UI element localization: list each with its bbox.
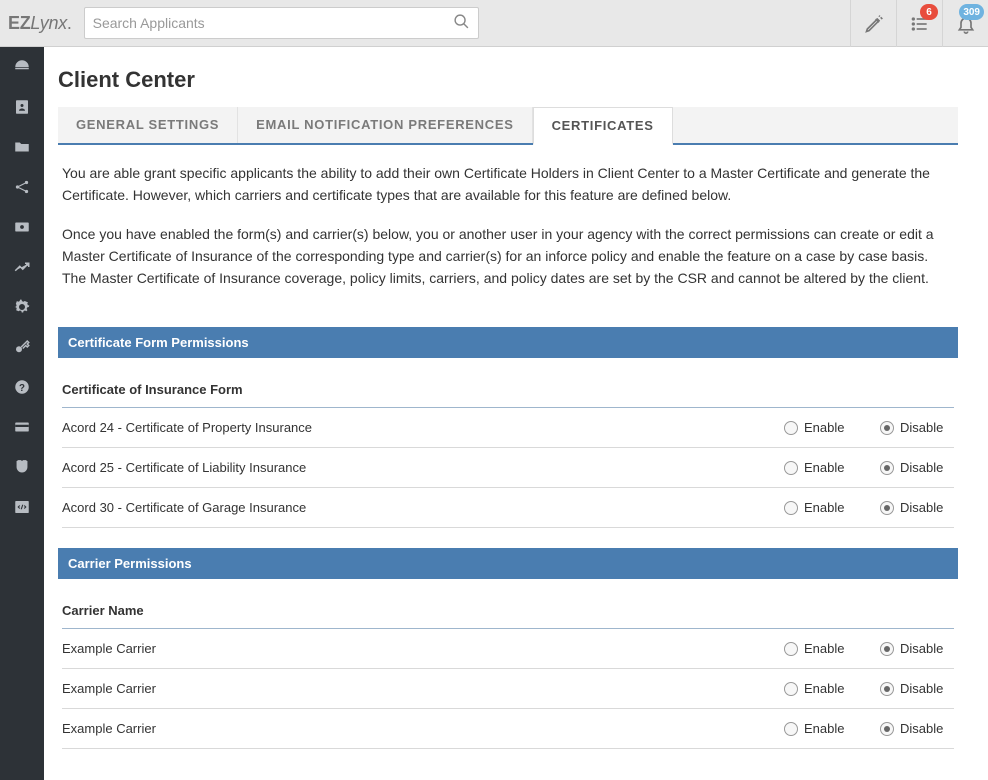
- key-icon[interactable]: [0, 327, 44, 367]
- form-permission-radio-group: Enable Disable: [784, 500, 950, 515]
- page-description: You are able grant specific applicants t…: [58, 145, 958, 317]
- carrier-permissions-body: Carrier Name Example Carrier Enable Disabl…: [58, 579, 958, 759]
- radio-dot-icon[interactable]: [880, 682, 894, 696]
- radio-dot-icon[interactable]: [880, 421, 894, 435]
- notifications-badge: 309: [959, 4, 984, 20]
- top-bar: EZLynx. 6 309: [0, 0, 988, 47]
- brand-mid: Lynx: [30, 13, 67, 33]
- folder-icon[interactable]: [0, 127, 44, 167]
- search-input[interactable]: [93, 15, 453, 31]
- radio-dot-icon[interactable]: [880, 642, 894, 656]
- disable-label: Disable: [900, 641, 943, 656]
- payments-icon[interactable]: [0, 207, 44, 247]
- enable-label: Enable: [804, 721, 844, 736]
- carrier-permission-radio-group: Enable Disable: [784, 641, 950, 656]
- carrier-permission-radio-group: Enable Disable: [784, 721, 950, 736]
- disable-label: Disable: [900, 460, 943, 475]
- form-permissions-body: Certificate of Insurance Form Acord 24 -…: [58, 358, 958, 538]
- tab-certificates[interactable]: CERTIFICATES: [533, 107, 673, 145]
- tab-email-notification-preferences[interactable]: EMAIL NOTIFICATION PREFERENCES: [238, 107, 532, 143]
- share-icon[interactable]: [0, 167, 44, 207]
- carrier-permission-disable-option[interactable]: Disable: [880, 721, 950, 736]
- svg-text:?: ?: [19, 383, 25, 394]
- form-permission-row: Acord 25 - Certificate of Liability Insu…: [62, 448, 954, 488]
- enable-label: Enable: [804, 420, 844, 435]
- carrier-permission-row: Example Carrier Enable Disable: [62, 669, 954, 709]
- radio-dot-icon[interactable]: [784, 642, 798, 656]
- form-permission-label: Acord 30 - Certificate of Garage Insuran…: [62, 500, 784, 515]
- carrier-permission-disable-option[interactable]: Disable: [880, 681, 950, 696]
- form-permissions-subhead: Certificate of Insurance Form: [62, 368, 954, 408]
- top-right-tools: 6 309: [850, 0, 988, 47]
- tasks-badge: 6: [920, 4, 938, 20]
- brand-logo: EZLynx.: [8, 13, 72, 34]
- page-title: Client Center: [58, 67, 958, 93]
- carrier-permission-enable-option[interactable]: Enable: [784, 681, 854, 696]
- desc-paragraph-1: You are able grant specific applicants t…: [62, 163, 944, 206]
- magnet-icon[interactable]: [0, 447, 44, 487]
- form-permission-enable-option[interactable]: Enable: [784, 500, 854, 515]
- notifications-button[interactable]: 309: [942, 0, 988, 47]
- carrier-permission-row: Example Carrier Enable Disable: [62, 629, 954, 669]
- radio-dot-icon[interactable]: [880, 722, 894, 736]
- form-permissions-header: Certificate Form Permissions: [58, 327, 958, 358]
- disable-label: Disable: [900, 721, 943, 736]
- carrier-permission-enable-option[interactable]: Enable: [784, 641, 854, 656]
- search-box[interactable]: [84, 7, 479, 39]
- disable-label: Disable: [900, 420, 943, 435]
- form-permission-label: Acord 25 - Certificate of Liability Insu…: [62, 460, 784, 475]
- disable-label: Disable: [900, 681, 943, 696]
- enable-label: Enable: [804, 500, 844, 515]
- disable-label: Disable: [900, 500, 943, 515]
- search-icon[interactable]: [453, 13, 470, 33]
- save-row: Save changes: [58, 759, 958, 780]
- enable-label: Enable: [804, 641, 844, 656]
- sidebar: ?: [0, 47, 44, 780]
- carrier-permissions-subhead: Carrier Name: [62, 589, 954, 629]
- carrier-permissions-header: Carrier Permissions: [58, 548, 958, 579]
- form-permission-enable-option[interactable]: Enable: [784, 460, 854, 475]
- tasks-button[interactable]: 6: [896, 0, 942, 47]
- radio-dot-icon[interactable]: [784, 501, 798, 515]
- tab-general-settings[interactable]: GENERAL SETTINGS: [58, 107, 238, 143]
- form-permission-row: Acord 24 - Certificate of Property Insur…: [62, 408, 954, 448]
- carrier-permission-row: Example Carrier Enable Disable: [62, 709, 954, 749]
- form-permission-enable-option[interactable]: Enable: [784, 420, 854, 435]
- carrier-permission-label: Example Carrier: [62, 681, 784, 696]
- brand-suffix: .: [67, 13, 72, 33]
- desc-paragraph-2: Once you have enabled the form(s) and ca…: [62, 224, 944, 289]
- dashboard-icon[interactable]: [0, 47, 44, 87]
- carrier-permission-radio-group: Enable Disable: [784, 681, 950, 696]
- radio-dot-icon[interactable]: [880, 461, 894, 475]
- code-icon[interactable]: [0, 487, 44, 527]
- carrier-permission-label: Example Carrier: [62, 721, 784, 736]
- form-permission-row: Acord 30 - Certificate of Garage Insuran…: [62, 488, 954, 528]
- settings-gear-icon[interactable]: [0, 287, 44, 327]
- radio-dot-icon[interactable]: [784, 461, 798, 475]
- enable-label: Enable: [804, 460, 844, 475]
- form-permission-disable-option[interactable]: Disable: [880, 500, 950, 515]
- form-permission-radio-group: Enable Disable: [784, 420, 950, 435]
- form-permission-radio-group: Enable Disable: [784, 460, 950, 475]
- card-icon[interactable]: [0, 407, 44, 447]
- form-permission-label: Acord 24 - Certificate of Property Insur…: [62, 420, 784, 435]
- contacts-icon[interactable]: [0, 87, 44, 127]
- main-content: Client Center GENERAL SETTINGSEMAIL NOTI…: [44, 47, 988, 780]
- carrier-permission-enable-option[interactable]: Enable: [784, 721, 854, 736]
- enable-label: Enable: [804, 681, 844, 696]
- radio-dot-icon[interactable]: [784, 421, 798, 435]
- radio-dot-icon[interactable]: [784, 682, 798, 696]
- radio-dot-icon[interactable]: [880, 501, 894, 515]
- carrier-permission-label: Example Carrier: [62, 641, 784, 656]
- help-icon[interactable]: ?: [0, 367, 44, 407]
- form-permission-disable-option[interactable]: Disable: [880, 420, 950, 435]
- carrier-permission-disable-option[interactable]: Disable: [880, 641, 950, 656]
- radio-dot-icon[interactable]: [784, 722, 798, 736]
- brand-prefix: EZ: [8, 13, 30, 33]
- form-permission-disable-option[interactable]: Disable: [880, 460, 950, 475]
- reports-icon[interactable]: [0, 247, 44, 287]
- tab-bar: GENERAL SETTINGSEMAIL NOTIFICATION PREFE…: [58, 107, 958, 145]
- compose-button[interactable]: [850, 0, 896, 47]
